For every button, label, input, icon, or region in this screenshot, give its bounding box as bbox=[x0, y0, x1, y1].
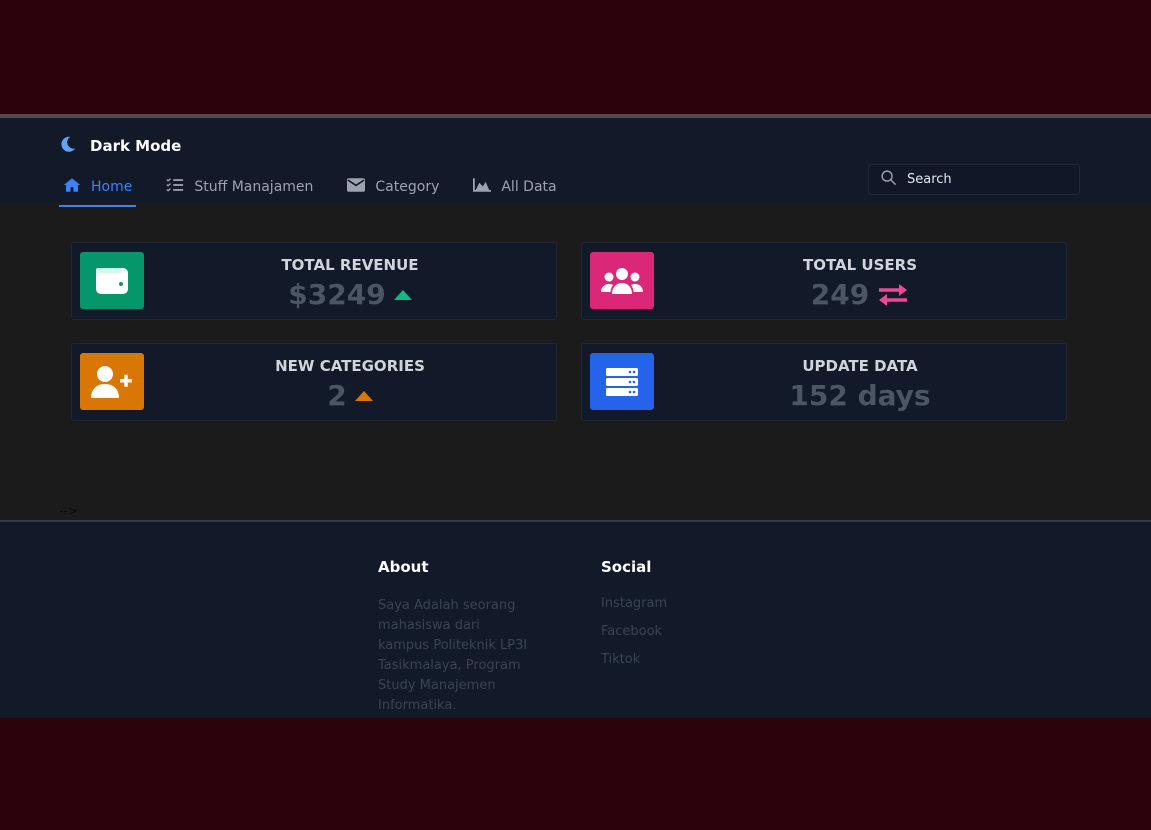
social-link-instagram[interactable]: Instagram bbox=[601, 590, 667, 618]
footer: About Saya Adalah seorang mahasiswa dari… bbox=[0, 520, 1151, 718]
footer-about: About Saya Adalah seorang mahasiswa dari… bbox=[378, 558, 528, 716]
stat-value-row: $3249 bbox=[144, 278, 556, 311]
nav-item-stuff-manajamen[interactable]: Stuff Manajamen bbox=[162, 170, 317, 204]
app-frame: Dark Mode Home Stuff Manajamen Category bbox=[0, 114, 1151, 718]
social-link-tiktok[interactable]: Tiktok bbox=[601, 646, 667, 674]
stat-value-row: 2 bbox=[144, 379, 556, 412]
stat-card-new-categories: NEW CATEGORIES 2 bbox=[71, 343, 557, 421]
home-icon bbox=[63, 177, 81, 197]
search-box bbox=[868, 164, 1080, 195]
stray-comment-text: --> bbox=[59, 504, 78, 518]
top-navbar: Dark Mode Home Stuff Manajamen Category bbox=[0, 118, 1151, 207]
nav-item-label: All Data bbox=[501, 179, 557, 195]
stat-label: TOTAL REVENUE bbox=[281, 256, 419, 274]
caret-up-icon bbox=[354, 390, 373, 401]
stat-card-total-users: TOTAL USERS 249 bbox=[581, 242, 1067, 320]
caret-up-icon bbox=[393, 289, 412, 300]
stat-value: $3249 bbox=[288, 278, 386, 311]
stat-value: 2 bbox=[327, 379, 347, 412]
brand[interactable]: Dark Mode bbox=[59, 135, 181, 157]
moon-icon bbox=[59, 135, 77, 157]
main-nav: Home Stuff Manajamen Category All Data bbox=[59, 170, 587, 207]
stat-value-row: 152 days bbox=[654, 379, 1066, 412]
search-input[interactable] bbox=[907, 172, 1057, 187]
server-icon bbox=[606, 367, 638, 396]
users-icon bbox=[601, 267, 643, 294]
stat-value: 249 bbox=[810, 278, 870, 311]
social-link-facebook[interactable]: Facebook bbox=[601, 618, 667, 646]
footer-social: Social Instagram Facebook Tiktok bbox=[601, 558, 667, 680]
stat-label: UPDATE DATA bbox=[802, 357, 918, 375]
brand-title: Dark Mode bbox=[90, 137, 182, 155]
footer-about-heading: About bbox=[378, 558, 429, 576]
users-icon-box bbox=[590, 252, 654, 309]
nav-item-home[interactable]: Home bbox=[59, 170, 137, 207]
nav-item-label: Stuff Manajamen bbox=[194, 179, 314, 195]
server-icon-box bbox=[590, 353, 654, 410]
stat-label: NEW CATEGORIES bbox=[275, 357, 425, 375]
search-icon bbox=[880, 169, 897, 190]
exchange-icon bbox=[879, 283, 908, 306]
user-plus-icon bbox=[91, 365, 132, 398]
chart-area-icon bbox=[473, 178, 492, 196]
stat-card-total-revenue: TOTAL REVENUE $3249 bbox=[71, 242, 557, 320]
stat-label: TOTAL USERS bbox=[802, 256, 918, 274]
stat-value: 152 days bbox=[789, 379, 931, 412]
footer-about-text: Saya Adalah seorang mahasiswa dari kampu… bbox=[378, 598, 528, 713]
stat-card-update-data: UPDATE DATA 152 days bbox=[581, 343, 1067, 421]
nav-item-all-data[interactable]: All Data bbox=[469, 170, 560, 204]
stat-value-row: 249 bbox=[654, 278, 1066, 311]
nav-item-category[interactable]: Category bbox=[343, 170, 443, 204]
envelope-icon bbox=[347, 178, 366, 196]
wallet-icon-box bbox=[80, 252, 144, 309]
wallet-icon bbox=[96, 267, 128, 294]
nav-item-label: Category bbox=[375, 179, 440, 195]
nav-item-label: Home bbox=[91, 179, 133, 195]
footer-social-heading: Social bbox=[601, 558, 652, 576]
user-plus-icon-box bbox=[80, 353, 144, 410]
list-icon bbox=[166, 177, 184, 197]
